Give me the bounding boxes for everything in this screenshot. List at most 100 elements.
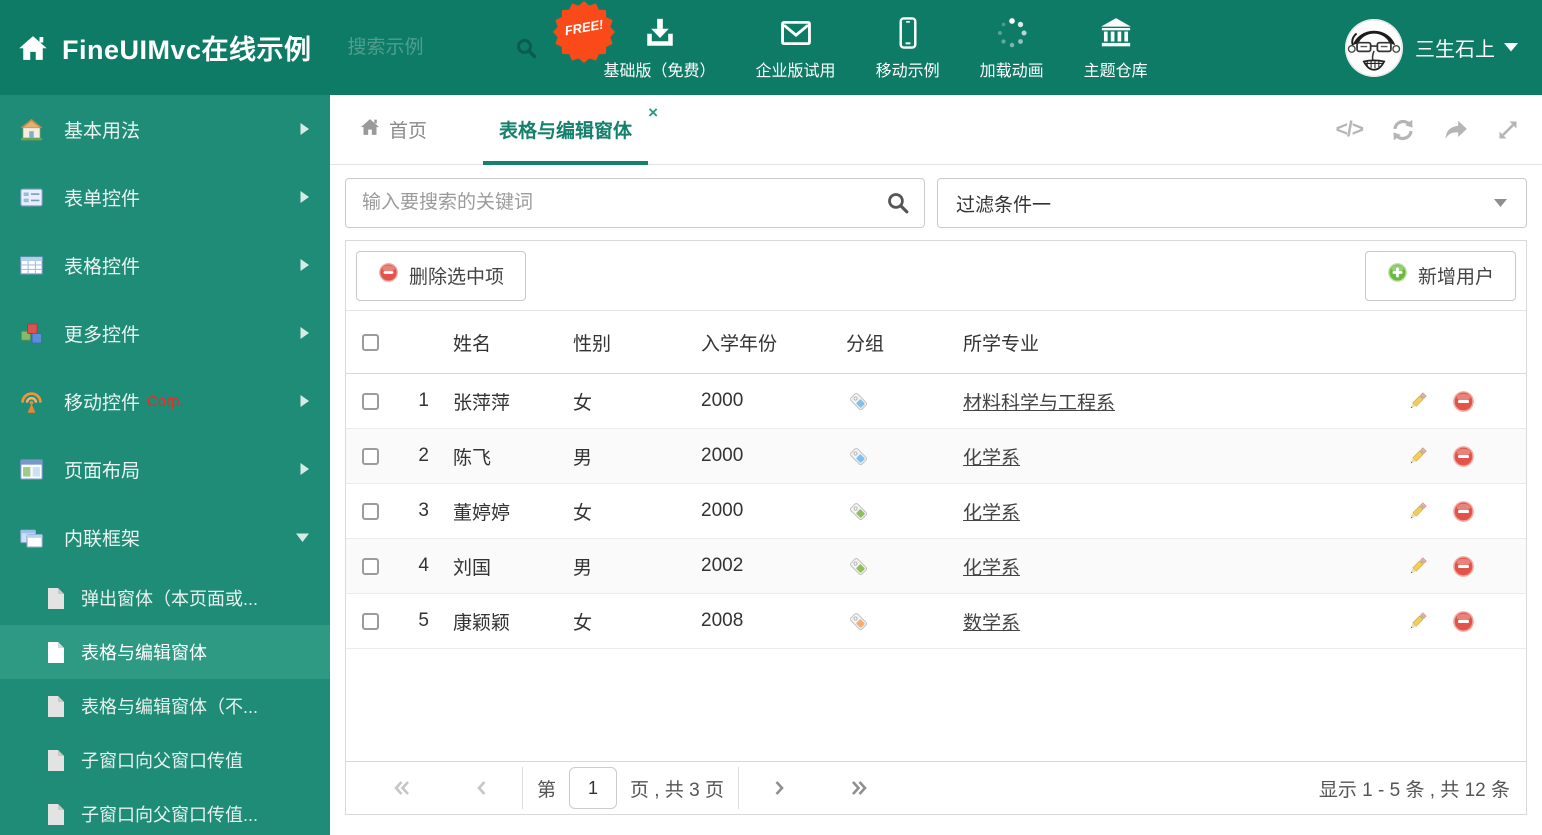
page-suffix-label: 页 , 共 3 页 [630,779,724,801]
keyword-search-input[interactable] [345,178,925,228]
delete-row-icon[interactable] [1452,610,1475,633]
table-row: 1 张萍萍 女 2000 材料科学与工程系 [346,374,1526,429]
caret-right-icon [299,394,310,408]
major-link[interactable]: 材料科学与工程系 [963,393,1115,414]
delete-row-icon[interactable] [1452,445,1475,468]
frames-icon [18,524,45,551]
cell-name: 陈飞 [453,447,492,469]
layout-icon [18,456,45,483]
sidebar-item-more-controls[interactable]: 更多控件 [0,299,330,367]
sidebar-subitem-label: 表格与编辑窗体（不... [81,697,259,717]
last-page-icon[interactable] [819,778,899,798]
add-user-button[interactable]: 新增用户 [1364,250,1516,301]
file-icon [46,749,67,772]
tab-label: 首页 [389,121,428,142]
column-header-name: 姓名 [453,333,492,355]
filter-dropdown[interactable]: 过滤条件一 [937,178,1527,228]
view-source-icon[interactable]: </> [1336,118,1364,142]
first-page-icon[interactable] [362,778,442,798]
nav-item-mobile-demo[interactable]: 移动示例 [856,14,960,81]
cell-year: 2008 [701,610,744,631]
edit-pencil-icon[interactable] [1406,555,1429,578]
edit-pencil-icon[interactable] [1406,390,1429,413]
select-all-checkbox[interactable] [362,333,379,351]
tag-icon [846,389,963,414]
close-icon[interactable]: × [648,104,658,121]
delete-row-icon[interactable] [1452,390,1475,413]
sidebar-submenu: 弹出窗体（本页面或... 表格与编辑窗体 表格与编辑窗体（不... 子窗口向父窗… [0,571,330,835]
sidebar-subitem-grid-edit-window-2[interactable]: 表格与编辑窗体（不... [0,679,330,733]
filter-row: 过滤条件一 [345,178,1527,228]
user-menu[interactable]: 三生石上 [1345,18,1518,77]
search-icon[interactable] [514,36,538,60]
sidebar-subitem-popup-window[interactable]: 弹出窗体（本页面或... [0,571,330,625]
sidebar-subitem-label: 子窗口向父窗口传值 [81,751,243,771]
major-link[interactable]: 化学系 [963,503,1020,524]
page-number-input[interactable] [569,767,618,809]
avatar [1345,18,1403,77]
sidebar-item-basic-usage[interactable]: 基本用法 [0,95,330,163]
table-row: 5 康颖颖 女 2008 数学系 [346,594,1526,649]
row-index: 1 [418,390,429,411]
caret-right-icon [299,462,310,476]
edit-pencil-icon[interactable] [1406,445,1429,468]
tab-home[interactable]: 首页 [360,116,427,143]
file-icon [46,641,67,664]
sidebar-item-label: 内联框架 [64,528,141,550]
next-page-icon[interactable] [739,778,819,798]
prev-page-icon[interactable] [442,778,522,798]
row-checkbox[interactable] [362,612,379,630]
tab-toolbar: </> [1336,95,1520,165]
row-checkbox[interactable] [362,502,379,520]
mobile-icon [893,14,923,50]
nav-item-basic-free[interactable]: FREE! 基础版（免费） [552,1,736,81]
refresh-icon[interactable] [1390,117,1416,143]
bank-icon [1099,14,1133,50]
row-checkbox[interactable] [362,557,379,575]
sidebar-subitem-child-to-parent-2[interactable]: 子窗口向父窗口传值... [0,787,330,835]
delete-row-icon[interactable] [1452,500,1475,523]
nav-item-theme-store[interactable]: 主题仓库 [1064,14,1168,81]
major-link[interactable]: 数学系 [963,613,1020,634]
sidebar-subitem-grid-edit-window[interactable]: 表格与编辑窗体 [0,625,330,679]
delete-selected-button[interactable]: 删除选中项 [356,250,527,301]
open-in-new-icon[interactable] [1443,117,1469,143]
expand-icon[interactable] [1496,118,1520,142]
nav-item-enterprise-trial[interactable]: 企业版试用 [736,14,856,81]
plus-circle-icon [1387,262,1408,289]
sidebar-subitem-child-to-parent[interactable]: 子窗口向父窗口传值 [0,733,330,787]
sidebar-item-mobile-controls[interactable]: 移动控件 Corp. [0,367,330,435]
sidebar-item-inline-frame[interactable]: 内联框架 [0,503,330,571]
sidebar-item-grid-controls[interactable]: 表格控件 [0,231,330,299]
sidebar-item-label: 更多控件 [64,324,141,346]
sidebar-item-page-layout[interactable]: 页面布局 [0,435,330,503]
search-icon[interactable] [885,190,910,215]
major-link[interactable]: 化学系 [963,448,1020,469]
main-area: 首页 表格与编辑窗体 × </> 输入要搜索的关键词 过滤条件一 删除选中项 新… [330,95,1542,835]
home-icon[interactable] [18,33,48,63]
free-badge[interactable]: FREE! [552,0,616,64]
sidebar: 基本用法 表单控件 表格控件 更多控件 移动控件 Corp. 页面布局 内联框架… [0,95,330,835]
major-link[interactable]: 化学系 [963,558,1020,579]
caret-right-icon [299,326,310,340]
header-search [347,36,538,60]
cell-name: 张萍萍 [453,392,511,414]
cell-year: 2002 [701,555,744,576]
cell-name: 刘国 [453,557,492,579]
table-icon [18,252,45,279]
delete-row-icon[interactable] [1452,555,1475,578]
sidebar-item-form-controls[interactable]: 表单控件 [0,163,330,231]
edit-pencil-icon[interactable] [1406,610,1429,633]
file-icon [46,695,67,718]
edit-pencil-icon[interactable] [1406,500,1429,523]
sidebar-item-label: 表单控件 [64,188,141,210]
header-search-input[interactable] [347,36,498,59]
tab-label: 表格与编辑窗体 [499,121,633,142]
row-checkbox[interactable] [362,392,379,410]
row-checkbox[interactable] [362,447,379,465]
cell-gender: 男 [573,447,593,469]
sidebar-item-label: 移动控件 [64,392,141,414]
tab-grid-edit-window[interactable]: 表格与编辑窗体 × [483,95,658,165]
nav-item-loading-animation[interactable]: 加载动画 [960,14,1064,81]
nav-label: 加载动画 [979,63,1044,80]
